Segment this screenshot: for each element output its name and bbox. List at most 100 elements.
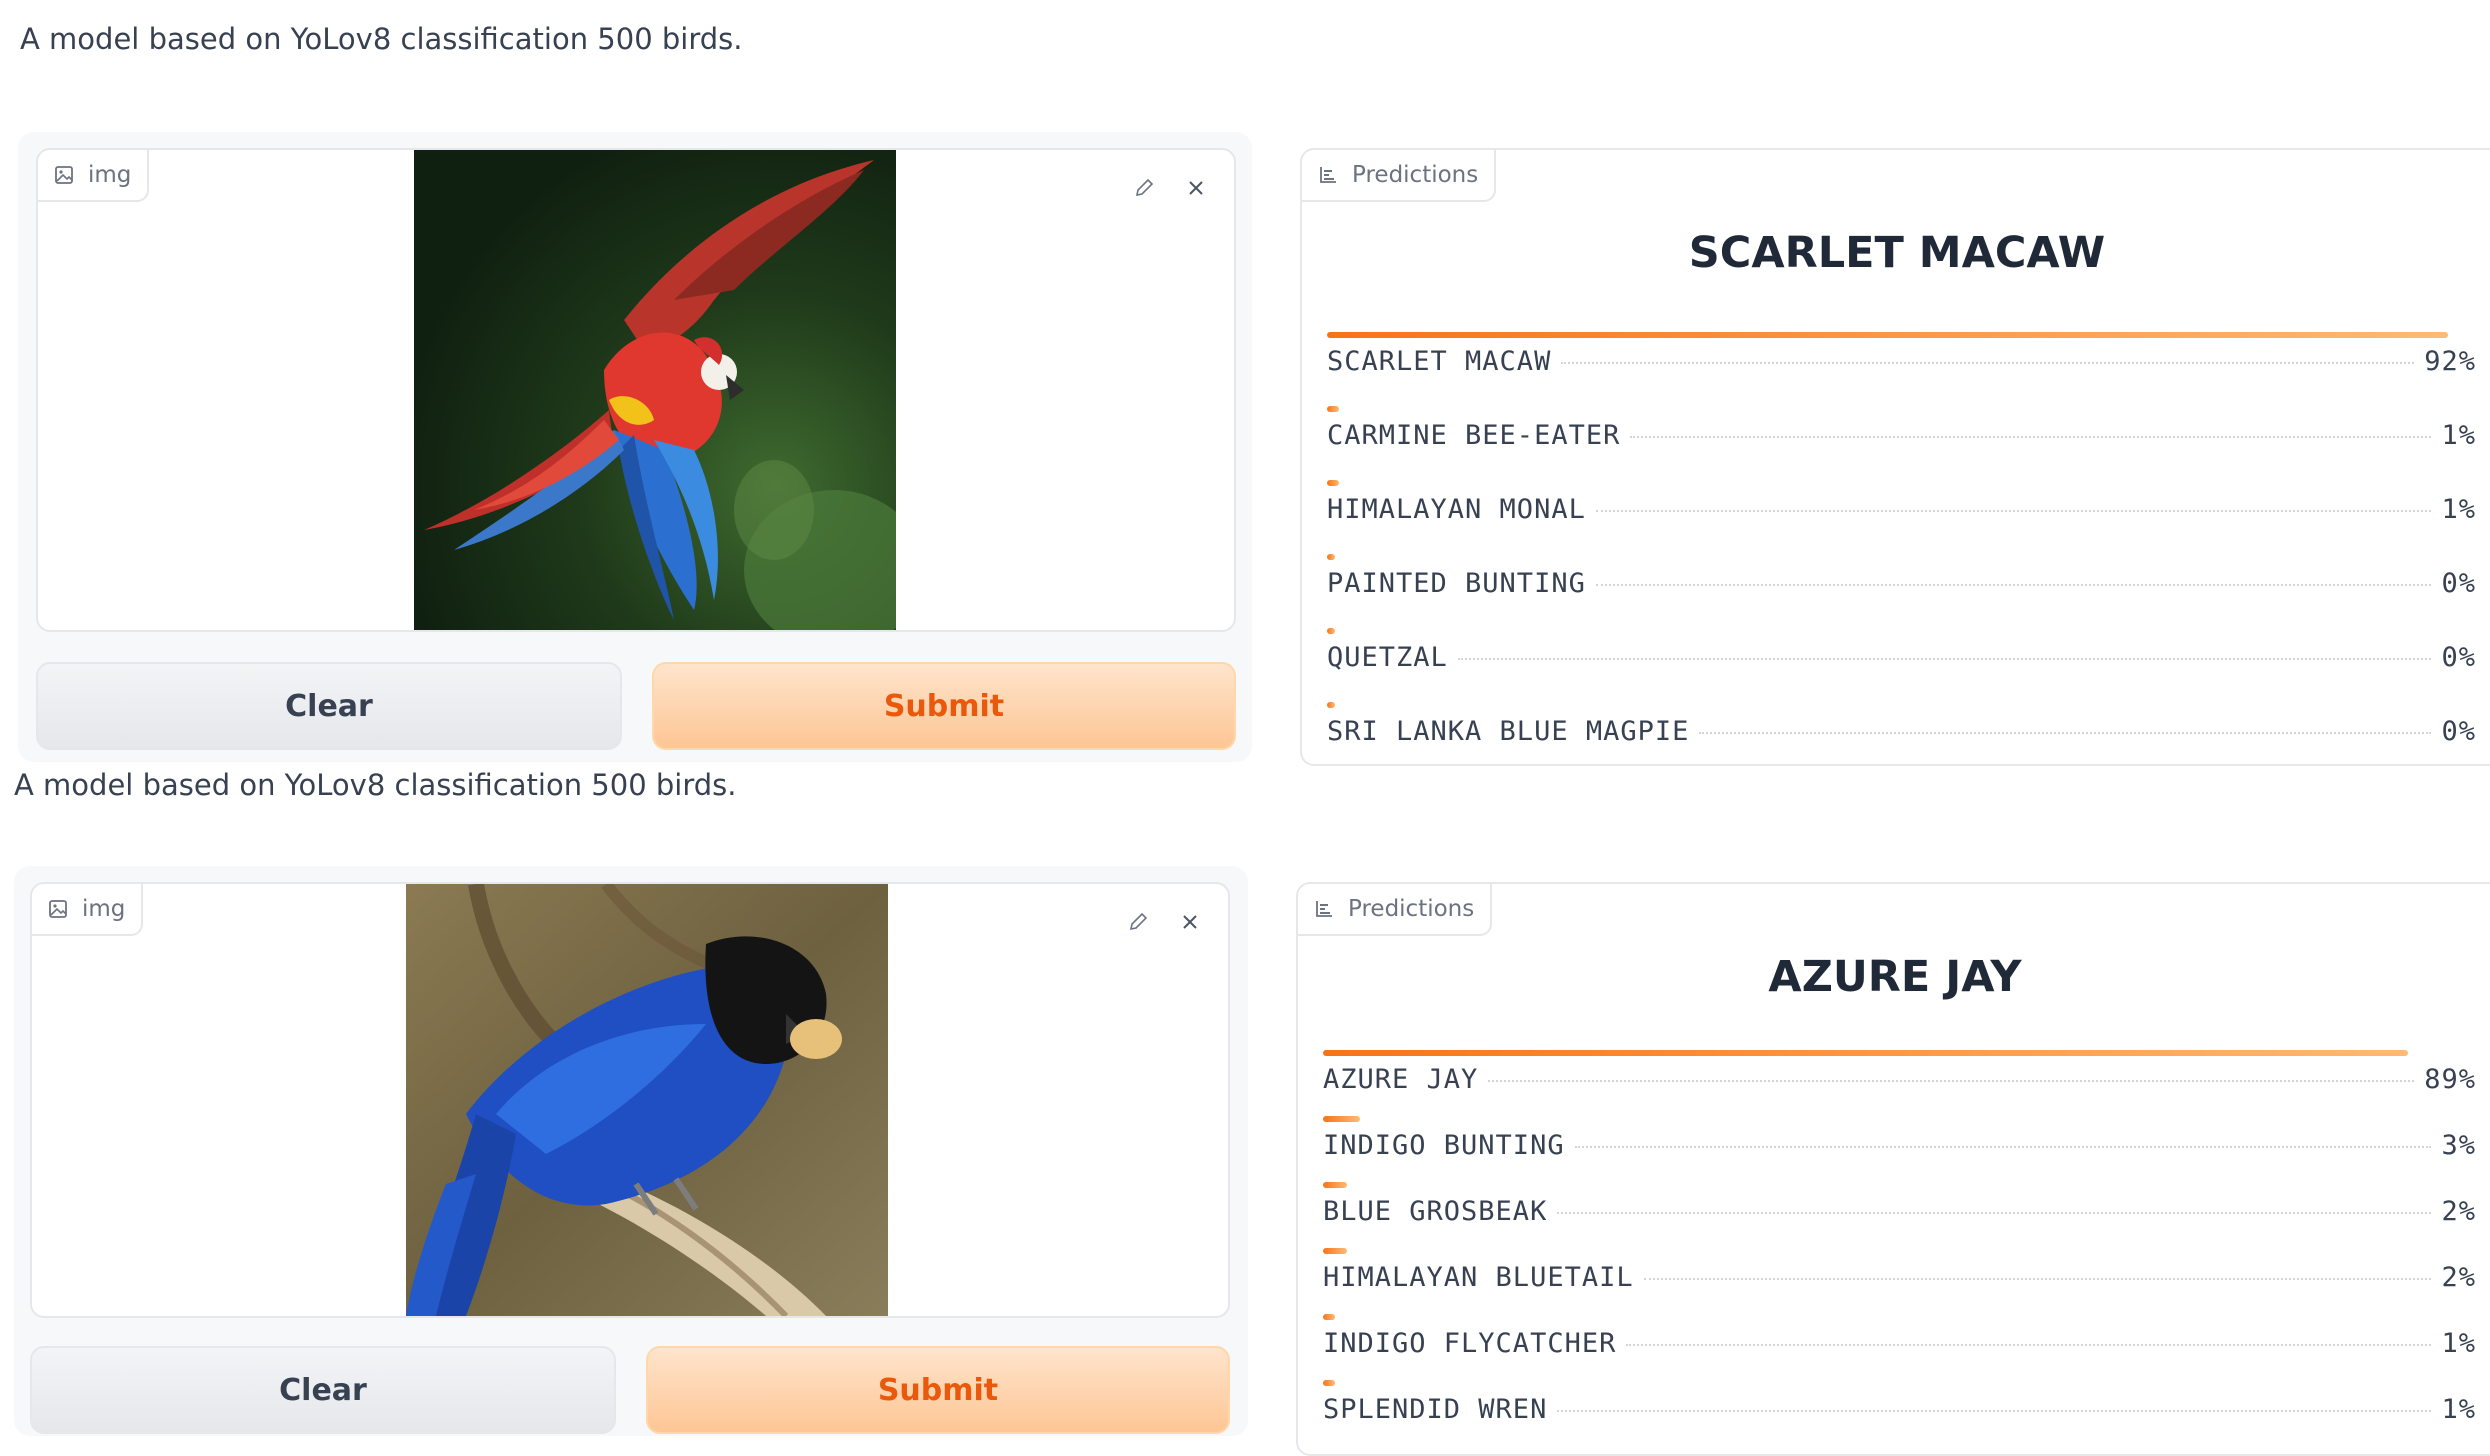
input-panel: img Clear Submit <box>14 866 1248 1436</box>
confidence-bar <box>1323 1314 1336 1320</box>
confidence-bar <box>1323 1248 1348 1254</box>
image-label-text: img <box>82 896 126 922</box>
image-label-tag: img <box>38 150 150 202</box>
confidence-row: HIMALAYAN BLUETAIL 2% <box>1323 1248 2476 1293</box>
confidence-percent: 0% <box>2441 716 2476 747</box>
confidence-line: CARMINE BEE-EATER 1% <box>1327 420 2476 451</box>
confidence-line: INDIGO BUNTING 3% <box>1323 1130 2476 1161</box>
confidence-row: INDIGO BUNTING 3% <box>1323 1116 2476 1161</box>
confidence-label: QUETZAL <box>1327 642 1448 673</box>
confidence-label: SRI LANKA BLUE MAGPIE <box>1327 716 1690 747</box>
confidence-bar <box>1323 1116 1360 1122</box>
clear-button[interactable]: Clear <box>36 662 622 750</box>
confidence-percent: 92% <box>2424 346 2476 377</box>
confidence-label: PAINTED BUNTING <box>1327 568 1586 599</box>
confidence-percent: 0% <box>2441 642 2476 673</box>
confidence-line: HIMALAYAN BLUETAIL 2% <box>1323 1262 2476 1293</box>
leader-dots <box>1630 436 2432 438</box>
leader-dots <box>1488 1080 2415 1082</box>
leader-dots <box>1643 1278 2432 1280</box>
uploaded-image <box>406 884 888 1316</box>
leader-dots <box>1557 1410 2432 1412</box>
confidence-row: QUETZAL 0% <box>1327 628 2476 673</box>
confidence-bar <box>1323 1182 1348 1188</box>
confidence-percent: 1% <box>2441 1394 2476 1425</box>
confidence-label: SPLENDID WREN <box>1323 1394 1548 1425</box>
confidence-bar <box>1327 554 1335 560</box>
leader-dots <box>1557 1212 2432 1214</box>
leader-dots <box>1561 362 2415 364</box>
input-panel: img Clear Submit <box>18 132 1252 762</box>
confidence-row: SPLENDID WREN 1% <box>1323 1380 2476 1425</box>
image-label-text: img <box>88 162 132 188</box>
confidence-row: BLUE GROSBEAK 2% <box>1323 1182 2476 1227</box>
confidence-percent: 2% <box>2441 1262 2476 1293</box>
confidence-row: HIMALAYAN MONAL 1% <box>1327 480 2476 525</box>
confidence-row: INDIGO FLYCATCHER 1% <box>1323 1314 2476 1359</box>
confidence-percent: 3% <box>2441 1130 2476 1161</box>
confidence-bar <box>1327 406 1340 412</box>
bar-chart-icon <box>1318 165 1338 185</box>
predictions-label-tag: Predictions <box>1298 884 1493 936</box>
confidence-line: SRI LANKA BLUE MAGPIE 0% <box>1327 716 2476 747</box>
confidence-bar <box>1327 628 1335 634</box>
predictions-label-tag: Predictions <box>1302 150 1497 202</box>
image-tools <box>1122 166 1218 210</box>
clear-button[interactable]: Clear <box>30 1346 616 1434</box>
uploaded-image <box>414 150 896 630</box>
confidence-label: HIMALAYAN MONAL <box>1327 494 1586 525</box>
submit-button[interactable]: Submit <box>652 662 1236 750</box>
confidence-row: CARMINE BEE-EATER 1% <box>1327 406 2476 451</box>
predictions-panel: Predictions SCARLET MACAW SCARLET MACAW 9… <box>1300 148 2490 766</box>
confidence-row: AZURE JAY 89% <box>1323 1050 2476 1095</box>
image-input[interactable]: img <box>30 882 1230 1318</box>
confidence-line: BLUE GROSBEAK 2% <box>1323 1196 2476 1227</box>
confidence-percent: 89% <box>2424 1064 2476 1095</box>
confidence-label: BLUE GROSBEAK <box>1323 1196 1548 1227</box>
confidence-line: PAINTED BUNTING 0% <box>1327 568 2476 599</box>
confidence-bar <box>1327 332 2449 338</box>
confidence-row: SRI LANKA BLUE MAGPIE 0% <box>1327 702 2476 747</box>
submit-button[interactable]: Submit <box>646 1346 1230 1434</box>
leader-dots <box>1626 1344 2432 1346</box>
edit-icon[interactable] <box>1116 900 1160 944</box>
confidence-bar <box>1323 1050 2408 1056</box>
confidence-percent: 1% <box>2441 494 2476 525</box>
confidence-row: PAINTED BUNTING 0% <box>1327 554 2476 599</box>
leader-dots <box>1574 1146 2432 1148</box>
confidence-label: AZURE JAY <box>1323 1064 1479 1095</box>
confidence-row: SCARLET MACAW 92% <box>1327 332 2476 377</box>
edit-icon[interactable] <box>1122 166 1166 210</box>
leader-dots <box>1699 732 2432 734</box>
confidence-bar <box>1323 1380 1336 1386</box>
confidence-label: INDIGO BUNTING <box>1323 1130 1565 1161</box>
confidence-bar <box>1327 702 1335 708</box>
confidence-line: HIMALAYAN MONAL 1% <box>1327 494 2476 525</box>
model-description: A model based on YoLov8 classification 5… <box>20 22 743 56</box>
image-tools <box>1116 900 1212 944</box>
leader-dots <box>1595 584 2432 586</box>
image-icon <box>54 165 74 185</box>
predictions-label-text: Predictions <box>1352 162 1479 188</box>
close-icon[interactable] <box>1174 166 1218 210</box>
confidence-bar <box>1327 480 1340 486</box>
confidence-percent: 1% <box>2441 420 2476 451</box>
confidence-line: AZURE JAY 89% <box>1323 1064 2476 1095</box>
confidence-label: SCARLET MACAW <box>1327 346 1552 377</box>
confidence-line: QUETZAL 0% <box>1327 642 2476 673</box>
model-description: A model based on YoLov8 classification 5… <box>14 768 737 802</box>
top-prediction: AZURE JAY <box>1768 952 2022 1002</box>
leader-dots <box>1595 510 2432 512</box>
bar-chart-icon <box>1314 899 1334 919</box>
close-icon[interactable] <box>1168 900 1212 944</box>
image-input[interactable]: img <box>36 148 1236 632</box>
image-icon <box>48 899 68 919</box>
top-prediction: SCARLET MACAW <box>1688 228 2106 278</box>
confidence-percent: 1% <box>2441 1328 2476 1359</box>
confidence-percent: 0% <box>2441 568 2476 599</box>
confidence-label: CARMINE BEE-EATER <box>1327 420 1621 451</box>
confidence-line: SPLENDID WREN 1% <box>1323 1394 2476 1425</box>
confidence-line: SCARLET MACAW 92% <box>1327 346 2476 377</box>
confidence-label: HIMALAYAN BLUETAIL <box>1323 1262 1634 1293</box>
predictions-panel: Predictions AZURE JAY AZURE JAY 89% INDIGO… <box>1296 882 2490 1456</box>
